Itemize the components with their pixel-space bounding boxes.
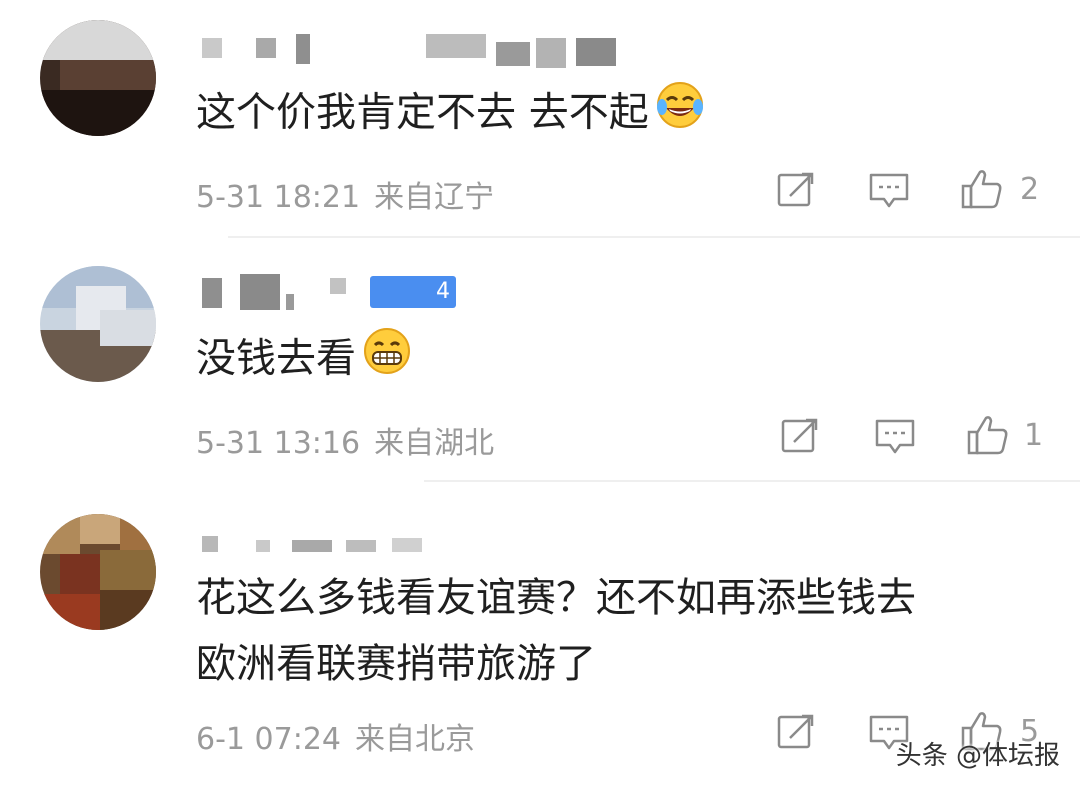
comment-location: 来自北京 (355, 722, 475, 757)
comment-time: 5-31 13:16 (196, 426, 361, 461)
comment-time: 5-31 18:21 (196, 180, 361, 215)
comment-icon[interactable] (874, 418, 916, 460)
level-badge: 4 (370, 276, 456, 308)
divider (228, 236, 1080, 238)
comment-text: 花这么多钱看友谊赛？还不如再添些钱去 欧洲看联赛捎带旅游了 (196, 566, 916, 696)
like-icon[interactable] (960, 168, 1004, 214)
comment-meta: 5-31 13:16 来自湖北 (196, 418, 494, 462)
share-icon[interactable] (780, 416, 820, 460)
divider (424, 480, 1080, 482)
comment-time: 6-1 07:24 (196, 722, 341, 757)
like-icon[interactable] (966, 414, 1010, 460)
watermark: 头条 @体坛报 (895, 741, 1060, 771)
username-blurred[interactable] (196, 34, 636, 74)
comment-location: 来自湖北 (374, 426, 495, 461)
like-count: 2 (1020, 172, 1040, 207)
comment-icon[interactable] (868, 172, 910, 214)
share-icon[interactable] (776, 170, 816, 214)
comment-text-line: 花这么多钱看友谊赛？还不如再添些钱去 (196, 575, 916, 621)
grinning-emoji (362, 326, 412, 395)
laughing-tears-emoji (655, 80, 705, 149)
comment-text-content: 这个价我肯定不去 去不起 (196, 89, 649, 136)
avatar[interactable] (40, 20, 156, 136)
comment-meta: 5-31 18:21 来自辽宁 (196, 172, 494, 216)
comment-location: 来自辽宁 (374, 180, 495, 215)
like-count: 1 (1024, 418, 1044, 453)
comment-text-content: 没钱去看 (196, 335, 356, 382)
comment-item: 这个价我肯定不去 去不起 5-31 18:21 来自辽宁 2 (0, 0, 1080, 240)
comment-meta: 6-1 07:24 来自北京 (196, 714, 475, 758)
avatar[interactable] (40, 514, 156, 630)
comment-text: 没钱去看 (196, 326, 412, 395)
comment-text-line: 欧洲看联赛捎带旅游了 (196, 641, 596, 687)
comment-item: 4 没钱去看 5-31 13:16 来自湖北 1 (0, 240, 1080, 480)
username-blurred[interactable] (196, 530, 436, 570)
comment-text: 这个价我肯定不去 去不起 (196, 80, 705, 149)
username-blurred[interactable]: 4 (196, 274, 476, 314)
avatar[interactable] (40, 266, 156, 382)
share-icon[interactable] (776, 712, 816, 756)
